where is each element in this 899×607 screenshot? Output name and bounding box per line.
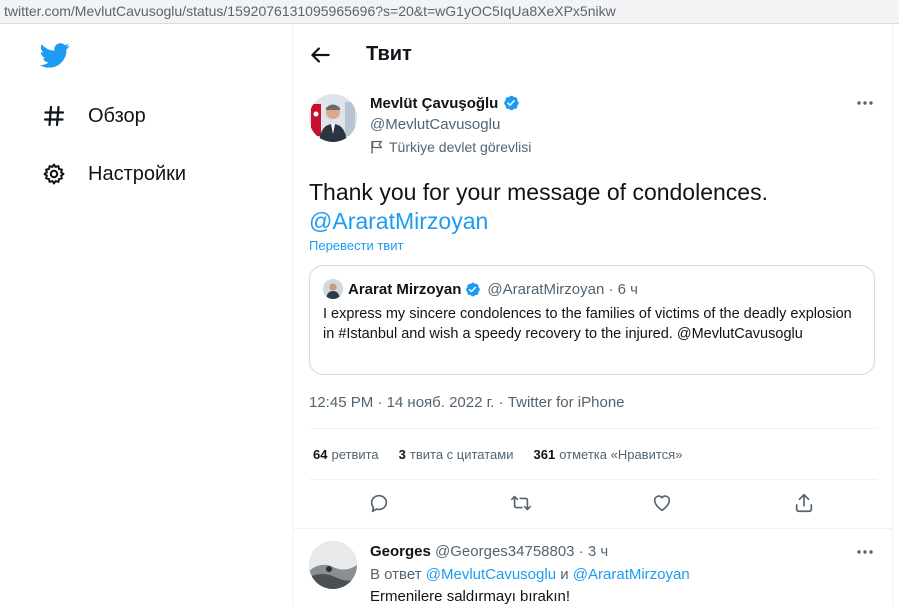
gov-label-text: Türkiye devlet görevlisi [389,139,532,155]
mention-link[interactable]: @AraratMirzoyan [309,207,879,236]
likes-label: отметка «Нравится» [559,447,683,462]
divider [293,528,892,529]
reply-author-name[interactable]: Georges [370,543,431,560]
quoted-author-handle: @AraratMirzoyan [487,280,605,298]
reply-time[interactable]: 3 ч [588,543,608,560]
reply-to-line: В ответ @MevlutCavusoglu и @AraratMirzoy… [370,566,690,583]
gear-icon [40,160,68,188]
quoted-author-avatar[interactable] [323,279,343,299]
url-text: twitter.com/MevlutCavusoglu/status/15920… [4,3,616,19]
likes-stat[interactable]: 361 отметка «Нравится» [534,447,683,462]
column-divider [892,24,893,607]
verified-badge-icon [504,95,520,111]
nav-item-label: Обзор [88,104,146,127]
share-icon[interactable] [793,492,817,516]
reply-prefix: В ответ [370,566,422,583]
hashtag-icon [40,102,68,130]
likes-count: 361 [533,447,556,462]
tweet-actions [309,492,877,516]
gov-label: Türkiye devlet görevlisi [370,139,531,155]
reply-header: Georges @Georges34758803 · 3 ч [370,543,608,560]
reply-text: Ermenilere saldırmayı bırakın! [370,588,571,605]
separator-dot: · [373,394,387,411]
mention-link[interactable]: @AraratMirzoyan [573,566,690,583]
like-heart-icon[interactable] [651,492,675,516]
reply-author-handle[interactable]: @Georges34758803 [435,543,575,560]
retweet-icon[interactable] [510,492,534,516]
quotes-count: 3 [398,447,406,462]
author-name-text: Mevlüt Çavuşoğlu [370,94,499,112]
tweet-source[interactable]: Twitter for iPhone [508,394,625,411]
retweets-count: 64 [313,447,328,462]
flag-icon [371,140,383,154]
back-arrow-icon[interactable] [307,42,333,68]
author-avatar[interactable] [309,94,357,142]
nav-item-label: Настройки [88,162,187,185]
divider [309,428,877,429]
author-name[interactable]: Mevlüt Çavuşoğlu [370,94,520,112]
quoted-tweet[interactable]: Ararat Mirzoyan @AraratMirzoyan · 6 ч I … [309,265,875,375]
translate-link[interactable]: Перевести твит [309,238,403,253]
quotes-label: твита с цитатами [409,447,514,462]
tweet-time[interactable]: 12:45 PM [309,394,373,411]
mention-link[interactable]: @MevlutCavusoglu [426,566,556,583]
separator-dot: · [578,543,584,560]
quoted-author-name: Ararat Mirzoyan [348,280,462,298]
separator-dot: · [604,280,618,298]
reply-icon[interactable] [368,492,392,516]
tweet-body: Thank you for your message of condolence… [309,179,768,205]
nav-item-settings[interactable]: Настройки [40,159,186,189]
tweet-date[interactable]: 14 нояб. 2022 г. [387,394,495,411]
quoted-tweet-header: Ararat Mirzoyan @AraratMirzoyan · 6 ч [323,279,638,299]
twitter-logo-icon[interactable] [39,40,70,70]
more-options-icon[interactable] [854,541,876,563]
author-handle[interactable]: @MevlutCavusoglu [370,116,500,133]
quotes-stat[interactable]: 3 твита с цитатами [399,447,514,462]
page-title: Твит [366,43,412,65]
retweets-stat[interactable]: 64 ретвита [313,447,379,462]
more-options-icon[interactable] [854,92,876,114]
reply-and: и [560,566,569,583]
verified-badge-icon [466,282,481,296]
quoted-tweet-text: I express my sincere condolences to the … [323,306,852,342]
column-divider [292,24,293,607]
retweets-label: ретвита [331,447,379,462]
address-bar[interactable]: twitter.com/MevlutCavusoglu/status/15920… [0,0,899,24]
separator-dot: · [494,394,508,411]
reply-author-avatar[interactable] [309,541,357,589]
quoted-tweet-time: 6 ч [617,280,638,298]
page-header: Твит [293,24,892,86]
divider [309,479,877,480]
tweet-stats: 64 ретвита 3 твита с цитатами 361 отметка «… [313,447,702,462]
tweet-meta: 12:45 PM · 14 нояб. 2022 г. · Twitter fo… [309,394,625,411]
tweet-text: Thank you for your message of condolence… [309,178,879,236]
nav-item-explore[interactable]: Обзор [40,101,146,131]
